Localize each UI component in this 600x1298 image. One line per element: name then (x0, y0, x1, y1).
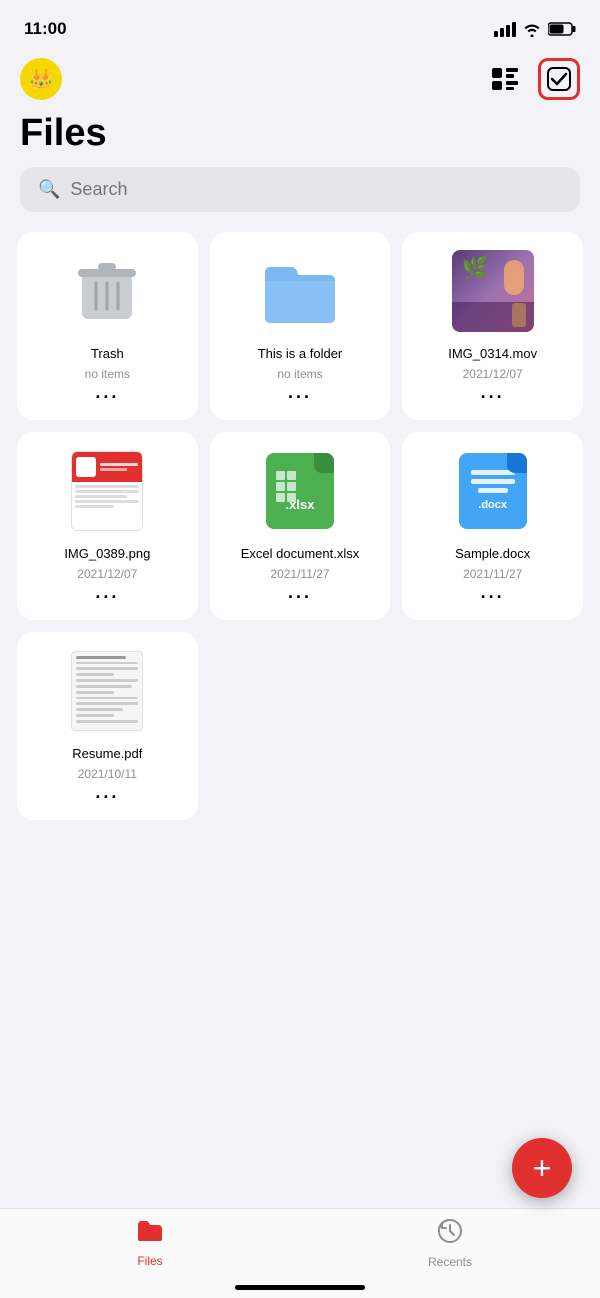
file-card-png[interactable]: IMG_0389.png 2021/12/07 ··· (17, 432, 198, 620)
app-header: 👑 (0, 50, 600, 104)
add-file-button[interactable]: + (512, 1138, 572, 1198)
tab-recents-icon (437, 1218, 463, 1251)
battery-icon (548, 22, 576, 36)
file-more-button[interactable]: ··· (288, 387, 312, 408)
file-icon-folder (220, 246, 381, 336)
file-meta: 2021/12/07 (77, 567, 137, 581)
file-more-button[interactable]: ··· (95, 587, 119, 608)
file-more-button[interactable]: ··· (481, 587, 505, 608)
search-icon: 🔍 (38, 179, 60, 200)
file-card-trash[interactable]: Trash no items ··· (17, 232, 198, 420)
file-meta: no items (85, 367, 130, 381)
file-icon-pdf (27, 646, 188, 736)
home-indicator (235, 1285, 365, 1290)
page-title: Files (0, 104, 600, 167)
file-meta: 2021/10/11 (78, 767, 137, 781)
tab-files[interactable]: Files (0, 1209, 300, 1278)
file-name: IMG_0314.mov (448, 346, 537, 363)
trash-icon (78, 259, 136, 324)
file-more-button[interactable]: ··· (288, 587, 312, 608)
list-view-icon (492, 68, 518, 90)
file-name: This is a folder (258, 346, 343, 363)
docx-icon: .docx (459, 453, 527, 529)
status-icons (494, 22, 576, 37)
tab-recents-label: Recents (428, 1255, 472, 1269)
file-name: Trash (91, 346, 124, 363)
tab-files-label: Files (137, 1254, 162, 1268)
xlsx-icon: .xlsx (266, 453, 334, 529)
file-icon-docx: .docx (412, 446, 573, 536)
file-icon-mov: 🌿 (412, 246, 573, 336)
search-bar[interactable]: 🔍 (20, 167, 580, 212)
wifi-icon (522, 22, 542, 37)
file-card-pdf[interactable]: Resume.pdf 2021/10/11 ··· (17, 632, 198, 820)
folder-icon (261, 259, 339, 323)
status-time: 11:00 (24, 19, 67, 39)
file-meta: 2021/11/27 (270, 567, 329, 581)
signal-icon (494, 22, 516, 37)
file-card-folder[interactable]: This is a folder no items ··· (210, 232, 391, 420)
avatar[interactable]: 👑 (20, 58, 62, 100)
header-actions (484, 58, 580, 100)
file-name: Resume.pdf (72, 746, 142, 763)
list-view-button[interactable] (484, 58, 526, 100)
file-name: Excel document.xlsx (241, 546, 360, 563)
file-more-button[interactable]: ··· (95, 387, 119, 408)
file-card-mov[interactable]: 🌿 IMG_0314.mov 2021/12/07 ··· (402, 232, 583, 420)
file-icon-png (27, 446, 188, 536)
file-icon-xlsx: .xlsx (220, 446, 381, 536)
file-meta: 2021/12/07 (463, 367, 523, 381)
png-thumbnail (71, 451, 143, 531)
file-card-docx[interactable]: .docx Sample.docx 2021/11/27 ··· (402, 432, 583, 620)
file-meta: 2021/11/27 (463, 567, 522, 581)
file-more-button[interactable]: ··· (95, 787, 119, 808)
tab-recents[interactable]: Recents (300, 1209, 600, 1278)
file-more-button[interactable]: ··· (481, 387, 505, 408)
file-name: Sample.docx (455, 546, 530, 563)
file-icon-trash (27, 246, 188, 336)
file-name: IMG_0389.png (64, 546, 150, 563)
search-input[interactable] (70, 179, 562, 200)
tab-files-icon (136, 1219, 164, 1250)
files-grid: Trash no items ··· This is a folder no i… (0, 232, 600, 820)
file-meta: no items (277, 367, 322, 381)
file-card-xlsx[interactable]: .xlsx Excel document.xlsx 2021/11/27 ··· (210, 432, 391, 620)
pdf-thumbnail (71, 651, 143, 731)
select-button[interactable] (538, 58, 580, 100)
checkbox-icon (546, 66, 572, 92)
status-bar: 11:00 (0, 0, 600, 50)
